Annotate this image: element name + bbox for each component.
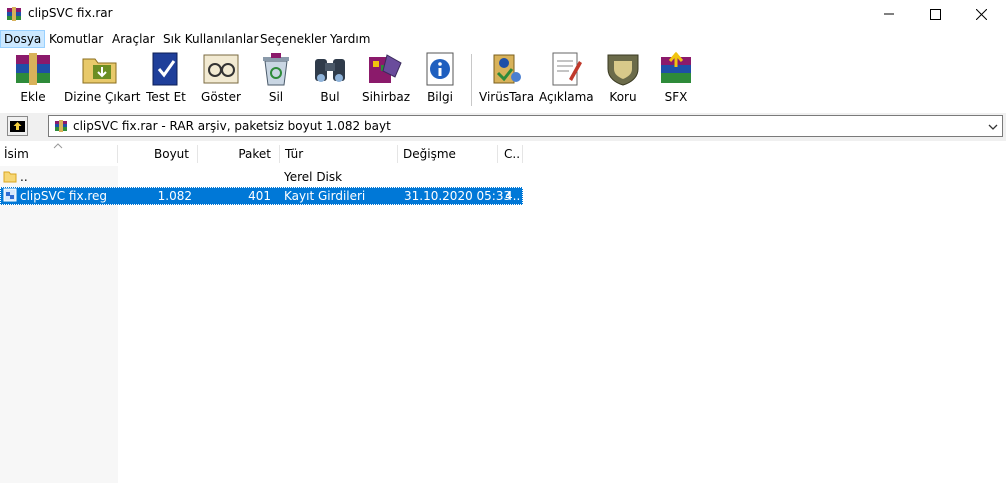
up-folder-icon: [7, 116, 28, 136]
protect-button[interactable]: Koru: [601, 51, 645, 111]
extract-button[interactable]: Dizine Çıkart: [64, 51, 140, 111]
wizard-button[interactable]: Sihirbaz: [361, 51, 411, 111]
file-type: Yerel Disk: [284, 170, 343, 184]
add-button[interactable]: Ekle: [8, 51, 58, 111]
file-packed: 401: [248, 189, 271, 203]
folder-icon: [3, 169, 17, 186]
address-field[interactable]: clipSVC fix.rar - RAR arşiv, paketsiz bo…: [48, 115, 1003, 137]
menu-yardim[interactable]: Yardım: [328, 31, 372, 47]
file-name: ..: [20, 170, 28, 184]
column-crc[interactable]: C..: [504, 143, 522, 165]
archive-books-icon: [16, 53, 50, 85]
sort-ascending-icon: [53, 143, 63, 149]
maximize-button[interactable]: [912, 0, 958, 28]
up-folder-button[interactable]: [7, 116, 28, 136]
window-title: clipSVC fix.rar: [28, 6, 113, 20]
column-divider[interactable]: [397, 145, 398, 163]
column-divider[interactable]: [497, 145, 498, 163]
winrar-icon: [54, 119, 68, 136]
wizard-icon: [369, 54, 402, 83]
file-list[interactable]: .. Yerel Disk clipSVC fix.reg 1.082 401 …: [0, 166, 1006, 483]
menu-sik-kullanilanlar[interactable]: Sık Kullanılanlar: [161, 31, 260, 47]
toolbar-separator: [471, 54, 472, 106]
close-icon: [975, 8, 987, 20]
minimize-icon: [884, 13, 894, 15]
chevron-down-icon[interactable]: [988, 121, 998, 135]
toolbar: Ekle Dizine Çıkart Test Et Göster Sil Bu…: [0, 49, 1006, 113]
menu-dosya[interactable]: Dosya: [0, 30, 46, 48]
menu-secenekler[interactable]: Seçenekler: [258, 31, 329, 47]
info-button[interactable]: Bilgi: [418, 51, 462, 111]
list-item-selected[interactable]: clipSVC fix.reg 1.082 401 Kayıt Girdiler…: [0, 187, 523, 205]
test-button[interactable]: Test Et: [142, 51, 190, 111]
title-bar: clipSVC fix.rar: [0, 0, 1006, 28]
address-bar: clipSVC fix.rar - RAR arşiv, paketsiz bo…: [0, 113, 1006, 141]
test-book-icon: [152, 52, 178, 86]
name-column-background: [0, 166, 118, 483]
comment-note-icon: [552, 52, 582, 86]
winrar-icon: [6, 6, 22, 22]
menu-araclar[interactable]: Araçlar: [110, 31, 157, 47]
delete-button[interactable]: Sil: [253, 51, 299, 111]
sfx-icon: [661, 51, 691, 83]
column-size[interactable]: Boyut: [118, 143, 193, 165]
find-button[interactable]: Bul: [307, 51, 353, 111]
virus-scan-icon: [493, 54, 521, 84]
minimize-button[interactable]: [866, 0, 912, 28]
sfx-button[interactable]: SFX: [654, 51, 698, 111]
column-packed[interactable]: Paket: [198, 143, 273, 165]
column-modified[interactable]: Değişme: [403, 143, 495, 165]
reg-file-icon: [3, 188, 17, 205]
list-item[interactable]: .. Yerel Disk: [0, 168, 523, 186]
binoculars-icon: [315, 59, 345, 82]
address-text: clipSVC fix.rar - RAR arşiv, paketsiz bo…: [73, 119, 391, 133]
maximize-icon: [929, 8, 941, 20]
view-button[interactable]: Göster: [197, 51, 245, 111]
menu-bar: Dosya Komutlar Araçlar Sık Kullanılanlar…: [0, 29, 1006, 48]
column-divider[interactable]: [279, 145, 280, 163]
close-button[interactable]: [958, 0, 1004, 28]
virus-scan-button[interactable]: VirüsTara: [479, 51, 534, 111]
file-name: clipSVC fix.reg: [20, 189, 108, 203]
menu-komutlar[interactable]: Komutlar: [47, 31, 105, 47]
glasses-book-icon: [203, 54, 239, 84]
column-divider[interactable]: [522, 145, 523, 163]
column-headers: İsim Boyut Paket Tür Değişme C..: [0, 143, 1006, 165]
file-type: Kayıt Girdileri: [284, 189, 366, 203]
file-size: 1.082: [157, 189, 192, 203]
info-icon: [426, 52, 454, 86]
folder-extract-icon: [82, 58, 117, 84]
recycle-bin-icon: [263, 53, 289, 86]
file-modified: 31.10.2020 05:33: [404, 189, 512, 203]
column-type[interactable]: Tür: [285, 143, 395, 165]
shield-icon: [607, 54, 639, 86]
comment-button[interactable]: Açıklama: [539, 51, 594, 111]
file-crc: 4..: [505, 189, 521, 203]
